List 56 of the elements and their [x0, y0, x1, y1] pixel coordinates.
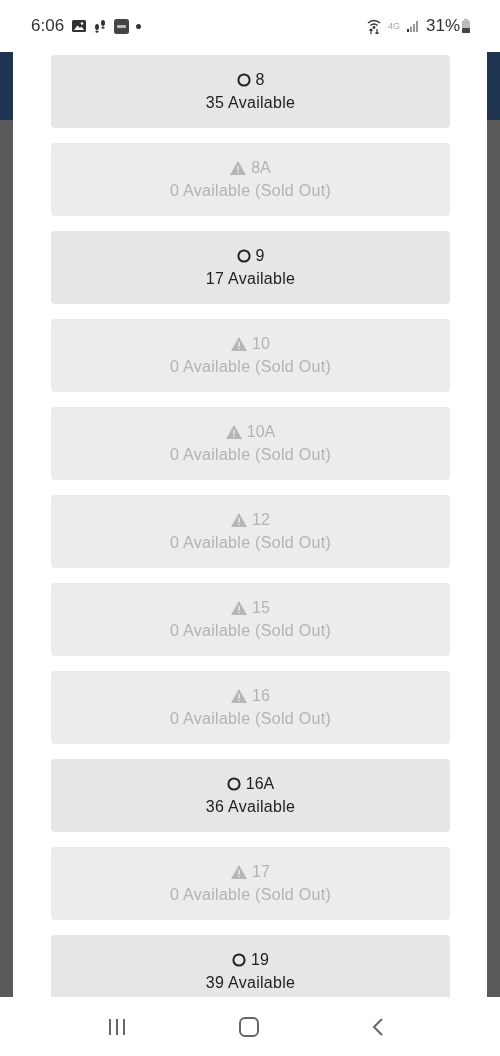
section-name: 12: [252, 511, 270, 529]
section-option[interactable]: 8 35 Available: [51, 55, 450, 128]
section-name: 17: [252, 863, 270, 881]
section-name: 16: [252, 687, 270, 705]
section-name: 8: [255, 71, 265, 89]
availability-text: 0 Available (Sold Out): [169, 182, 332, 200]
section-name: 10: [252, 335, 270, 353]
battery-icon: [462, 19, 470, 33]
radio-circle-icon: [236, 73, 251, 87]
radio-circle-icon: [232, 953, 247, 967]
dot-icon: [136, 23, 142, 29]
availability-text: 39 Available: [205, 974, 296, 992]
signal-icon: [406, 20, 419, 32]
section-name: 15: [252, 599, 270, 617]
radio-circle-icon: [236, 249, 251, 263]
section-option[interactable]: 16A 36 Available: [51, 759, 450, 832]
battery-percent: 31%: [425, 16, 460, 36]
wifi-icon: [366, 18, 381, 34]
warning-icon: [231, 689, 248, 703]
section-option[interactable]: 17 0 Available (Sold Out): [51, 847, 450, 920]
warning-icon: [231, 865, 248, 879]
section-name: 19: [251, 951, 269, 969]
availability-text: 0 Available (Sold Out): [169, 534, 332, 552]
footprints-icon: [93, 19, 108, 33]
section-option[interactable]: 12 0 Available (Sold Out): [51, 495, 450, 568]
network-type: 4G: [387, 21, 400, 31]
section-option[interactable]: 8A 0 Available (Sold Out): [51, 143, 450, 216]
section-name: 16A: [245, 775, 275, 793]
section-name: 10A: [246, 423, 276, 441]
home-icon[interactable]: [239, 1016, 259, 1037]
availability-text: 0 Available (Sold Out): [169, 886, 332, 904]
clock-time: 6:06: [31, 16, 65, 36]
radio-circle-icon: [226, 777, 241, 791]
warning-icon: [231, 601, 248, 615]
back-icon[interactable]: [371, 1017, 384, 1036]
section-option[interactable]: 16 0 Available (Sold Out): [51, 671, 450, 744]
availability-text: 0 Available (Sold Out): [169, 358, 332, 376]
warning-icon: [231, 513, 248, 527]
availability-text: 35 Available: [205, 94, 296, 112]
availability-text: 0 Available (Sold Out): [169, 622, 332, 640]
section-option[interactable]: 15 0 Available (Sold Out): [51, 583, 450, 656]
section-name: 9: [255, 247, 265, 265]
availability-text: 0 Available (Sold Out): [169, 710, 332, 728]
availability-text: 36 Available: [205, 798, 296, 816]
section-option[interactable]: 9 17 Available: [51, 231, 450, 304]
section-name: 8A: [251, 159, 271, 177]
section-option[interactable]: 19 39 Available: [51, 935, 450, 997]
warning-icon: [231, 337, 248, 351]
availability-text: 17 Available: [205, 270, 296, 288]
section-option[interactable]: 10A 0 Available (Sold Out): [51, 407, 450, 480]
availability-text: 0 Available (Sold Out): [169, 446, 332, 464]
warning-icon: [230, 161, 247, 175]
image-icon: [72, 20, 87, 32]
warning-icon: [225, 425, 242, 439]
recent-apps-icon[interactable]: [108, 1018, 127, 1035]
section-option[interactable]: 10 0 Available (Sold Out): [51, 319, 450, 392]
